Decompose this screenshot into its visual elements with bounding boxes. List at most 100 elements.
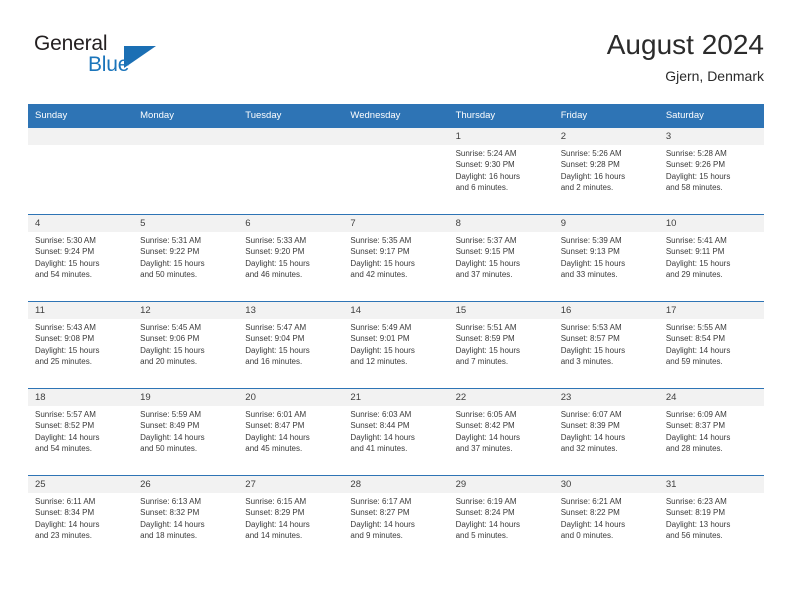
calendar-day-cell[interactable]: 5 Sunrise: 5:31 AM Sunset: 9:22 PM Daylight… [133,214,239,302]
calendar-day-cell[interactable]: 21 Sunrise: 6:03 AM Sunset: 8:44 PM Dayligh… [343,388,449,476]
sunrise-text: Sunrise: 5:35 AM [350,236,412,245]
calendar-day-cell-empty [238,127,344,215]
daylight-text-line1: Daylight: 15 hours [350,345,415,355]
day-sun-info: Sunrise: 6:07 AM Sunset: 8:39 PM Daylight:… [554,406,659,455]
day-cell-content: 10 Sunrise: 5:41 AM Sunset: 9:11 PM Dayligh… [658,215,764,301]
day-sun-info: Sunrise: 5:26 AM Sunset: 9:28 PM Daylight:… [554,145,659,194]
sunrise-text: Sunrise: 5:47 AM [245,323,307,332]
calendar-day-cell[interactable]: 15 Sunrise: 5:51 AM Sunset: 8:59 PM Dayligh… [448,301,554,389]
calendar-day-cell[interactable]: 30 Sunrise: 6:21 AM Sunset: 8:22 PM Dayligh… [553,475,659,562]
calendar-day-cell[interactable]: 2 Sunrise: 5:26 AM Sunset: 9:28 PM Daylight… [553,127,659,215]
daylight-text-line1: Daylight: 13 hours [665,519,731,529]
calendar-day-cell[interactable]: 3 Sunrise: 5:28 AM Sunset: 9:26 PM Daylight… [658,127,764,215]
day-number [28,128,134,145]
day-cell-content: 30 Sunrise: 6:21 AM Sunset: 8:22 PM Dayligh… [553,476,659,562]
daylight-text-line1: Daylight: 15 hours [455,345,521,355]
brand-logo[interactable]: General Blue [28,32,208,88]
sunrise-text: Sunrise: 5:55 AM [665,323,727,332]
daylight-text-line1: Daylight: 14 hours [665,345,731,355]
sunrise-text: Sunrise: 5:49 AM [350,323,412,332]
day-number: 8 [448,215,554,232]
day-number: 12 [133,302,239,319]
calendar-day-cell[interactable]: 24 Sunrise: 6:09 AM Sunset: 8:37 PM Dayligh… [658,388,764,476]
day-number: 23 [553,389,659,406]
sunrise-text: Sunrise: 6:19 AM [455,497,517,506]
daylight-text-line1: Daylight: 14 hours [560,432,626,442]
calendar-day-cell[interactable]: 22 Sunrise: 6:05 AM Sunset: 8:42 PM Dayligh… [448,388,554,476]
calendar-day-cell[interactable]: 18 Sunrise: 5:57 AM Sunset: 8:52 PM Dayligh… [28,388,134,476]
sunset-text: Sunset: 8:29 PM [245,508,305,518]
calendar-day-cell[interactable]: 8 Sunrise: 5:37 AM Sunset: 9:15 PM Daylight… [448,214,554,302]
calendar-day-cell[interactable]: 16 Sunrise: 5:53 AM Sunset: 8:57 PM Dayligh… [553,301,659,389]
day-number: 27 [238,476,344,493]
day-number: 2 [553,128,659,145]
day-sun-info: Sunrise: 5:53 AM Sunset: 8:57 PM Daylight:… [554,319,659,368]
daylight-text-line1: Daylight: 15 hours [140,345,205,355]
day-sun-info: Sunrise: 6:21 AM Sunset: 8:22 PM Daylight:… [554,493,659,542]
daylight-text-line2: and 18 minutes. [140,531,198,541]
calendar-day-cell[interactable]: 23 Sunrise: 6:07 AM Sunset: 8:39 PM Dayligh… [553,388,659,476]
day-number: 25 [28,476,134,493]
calendar-day-cell[interactable]: 10 Sunrise: 5:41 AM Sunset: 9:11 PM Dayligh… [658,214,764,302]
day-sun-info: Sunrise: 5:57 AM Sunset: 8:52 PM Daylight:… [28,406,133,455]
day-sun-info: Sunrise: 5:47 AM Sunset: 9:04 PM Daylight:… [238,319,343,368]
sunrise-text: Sunrise: 6:11 AM [35,497,96,506]
calendar-day-cell[interactable]: 31 Sunrise: 6:23 AM Sunset: 8:19 PM Dayligh… [658,475,764,562]
daylight-text-line2: and 41 minutes. [350,444,408,454]
daylight-text-line1: Daylight: 14 hours [560,519,626,529]
day-cell-content: 3 Sunrise: 5:28 AM Sunset: 9:26 PM Daylight… [658,128,764,214]
sunset-text: Sunset: 9:13 PM [560,247,620,257]
sunset-text: Sunset: 8:42 PM [455,421,515,431]
calendar-day-cell[interactable]: 11 Sunrise: 5:43 AM Sunset: 9:08 PM Dayligh… [28,301,134,389]
day-sun-info: Sunrise: 5:30 AM Sunset: 9:24 PM Daylight:… [28,232,133,281]
calendar-day-cell[interactable]: 6 Sunrise: 5:33 AM Sunset: 9:20 PM Daylight… [238,214,344,302]
calendar-day-cell[interactable]: 9 Sunrise: 5:39 AM Sunset: 9:13 PM Daylight… [553,214,659,302]
daylight-text-line1: Daylight: 14 hours [245,432,310,442]
sunset-text: Sunset: 8:32 PM [140,508,200,518]
day-sun-info: Sunrise: 5:31 AM Sunset: 9:22 PM Daylight:… [133,232,238,281]
day-number: 30 [553,476,659,493]
day-cell-content: 29 Sunrise: 6:19 AM Sunset: 8:24 PM Dayligh… [448,476,554,562]
calendar-day-cell-empty [28,127,134,215]
calendar-day-cell[interactable]: 20 Sunrise: 6:01 AM Sunset: 8:47 PM Dayligh… [238,388,344,476]
calendar-day-cell[interactable]: 29 Sunrise: 6:19 AM Sunset: 8:24 PM Dayligh… [448,475,554,562]
daylight-text-line1: Daylight: 15 hours [560,345,626,355]
sunset-text: Sunset: 8:52 PM [35,421,95,431]
weekday-header-sunday: Sunday [28,104,134,128]
day-sun-info: Sunrise: 6:11 AM Sunset: 8:34 PM Daylight:… [28,493,133,542]
calendar-day-cell[interactable]: 1 Sunrise: 5:24 AM Sunset: 9:30 PM Daylight… [448,127,554,215]
calendar-day-cell[interactable]: 28 Sunrise: 6:17 AM Sunset: 8:27 PM Dayligh… [343,475,449,562]
sunset-text: Sunset: 9:26 PM [665,160,725,170]
sunset-text: Sunset: 9:28 PM [560,160,620,170]
calendar-day-cell[interactable]: 19 Sunrise: 5:59 AM Sunset: 8:49 PM Dayligh… [133,388,239,476]
calendar-day-cell[interactable]: 12 Sunrise: 5:45 AM Sunset: 9:06 PM Dayligh… [133,301,239,389]
sunrise-text: Sunrise: 5:53 AM [560,323,622,332]
calendar-day-cell[interactable]: 27 Sunrise: 6:15 AM Sunset: 8:29 PM Dayligh… [238,475,344,562]
calendar-day-cell[interactable]: 14 Sunrise: 5:49 AM Sunset: 9:01 PM Dayligh… [343,301,449,389]
calendar-day-cell[interactable]: 17 Sunrise: 5:55 AM Sunset: 8:54 PM Dayligh… [658,301,764,389]
calendar-day-cell[interactable]: 4 Sunrise: 5:30 AM Sunset: 9:24 PM Daylight… [28,214,134,302]
day-sun-info: Sunrise: 5:24 AM Sunset: 9:30 PM Daylight:… [449,145,554,194]
day-number: 6 [238,215,344,232]
day-cell-content: 15 Sunrise: 5:51 AM Sunset: 8:59 PM Dayligh… [448,302,554,388]
calendar-day-cell[interactable]: 26 Sunrise: 6:13 AM Sunset: 8:32 PM Dayligh… [133,475,239,562]
daylight-text-line2: and 0 minutes. [560,531,614,541]
weekday-header-row: Sunday Monday Tuesday Wednesday Thursday… [28,104,764,128]
day-cell-content: 11 Sunrise: 5:43 AM Sunset: 9:08 PM Dayligh… [28,302,134,388]
sunrise-text: Sunrise: 5:41 AM [665,236,727,245]
daylight-text-line1: Daylight: 15 hours [560,258,626,268]
calendar-day-cell[interactable]: 13 Sunrise: 5:47 AM Sunset: 9:04 PM Dayligh… [238,301,344,389]
sunrise-text: Sunrise: 5:43 AM [35,323,96,332]
sunset-text: Sunset: 9:04 PM [245,334,305,344]
day-number: 20 [238,389,344,406]
calendar-day-cell[interactable]: 25 Sunrise: 6:11 AM Sunset: 8:34 PM Dayligh… [28,475,134,562]
day-sun-info: Sunrise: 5:51 AM Sunset: 8:59 PM Daylight:… [449,319,554,368]
daylight-text-line2: and 12 minutes. [350,357,408,367]
sunrise-text: Sunrise: 5:28 AM [665,149,727,158]
sunset-text: Sunset: 8:44 PM [350,421,410,431]
daylight-text-line2: and 50 minutes. [140,444,198,454]
day-sun-info: Sunrise: 5:39 AM Sunset: 9:13 PM Daylight:… [554,232,659,281]
day-number: 29 [448,476,554,493]
calendar-day-cell[interactable]: 7 Sunrise: 5:35 AM Sunset: 9:17 PM Daylight… [343,214,449,302]
daylight-text-line2: and 54 minutes. [35,444,92,454]
